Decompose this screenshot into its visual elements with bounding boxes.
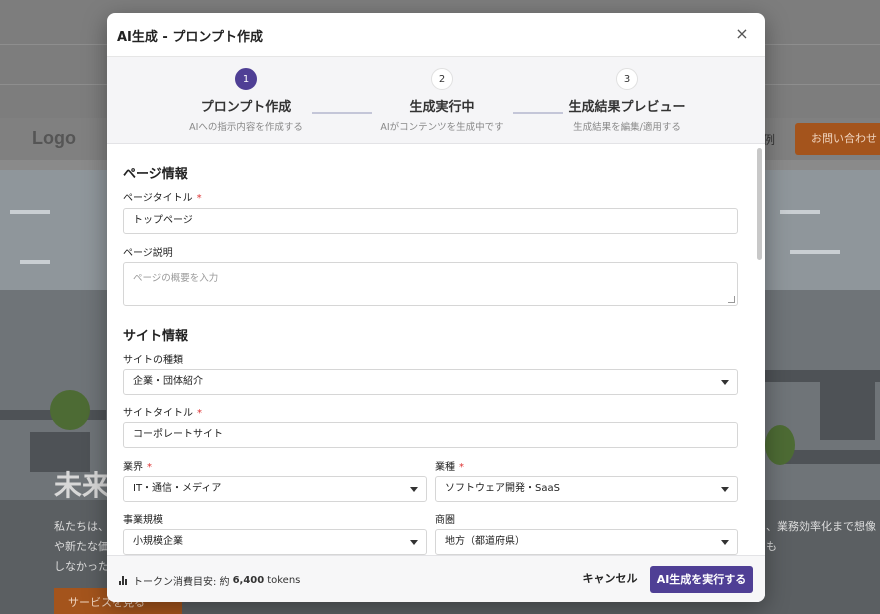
- modal-footer: トークン消費目安: 約 6,400 tokens キャンセル AI生成を実行する: [107, 555, 765, 602]
- site-type-label: サイトの種類: [123, 355, 183, 366]
- run-ai-generation-button[interactable]: AI生成を実行する: [650, 566, 753, 593]
- token-estimate: トークン消費目安: 約 6,400 tokens: [119, 573, 300, 588]
- step-subtitle: AIがコンテンツを生成中です: [380, 122, 504, 133]
- step-label: 生成結果プレビュー: [568, 100, 686, 115]
- required-mark: *: [459, 462, 464, 473]
- site-logo: Logo: [32, 128, 76, 148]
- step-generating: 2 生成実行中 AIがコンテンツを生成中です: [347, 57, 537, 133]
- step-number: 3: [616, 68, 638, 90]
- trade-area-label: 商圏: [435, 515, 455, 526]
- scrollbar[interactable]: [757, 148, 762, 260]
- hero-text-left: 私たちは、や新たな価しなかった: [54, 520, 109, 573]
- step-number: 1: [235, 68, 257, 90]
- industry-label: 業界 *: [123, 462, 152, 473]
- page-desc-textarea[interactable]: ページの概要を入力: [123, 262, 738, 306]
- page-info-title: ページ情報: [123, 167, 188, 182]
- required-mark: *: [196, 193, 202, 204]
- token-prefix: トークン消費目安: 約: [133, 577, 230, 588]
- required-mark: *: [147, 462, 152, 473]
- modal-header: AI生成 - プロンプト作成 ×: [107, 13, 765, 57]
- modal-body[interactable]: ページ情報 ページタイトル * トップページ ページ説明 ページの概要を入力 サイ…: [107, 144, 765, 555]
- step-subtitle: 生成結果を編集/適用する: [573, 122, 681, 133]
- site-title-input[interactable]: コーポレートサイト: [123, 422, 738, 448]
- step-subtitle: AIへの指示内容を作成する: [189, 122, 303, 133]
- step-label: 生成実行中: [409, 100, 475, 115]
- chevron-down-icon: [721, 380, 729, 385]
- site-title-label: サイトタイトル *: [123, 408, 202, 419]
- resize-handle-icon[interactable]: [728, 296, 735, 303]
- page-title-label: ページタイトル *: [123, 193, 202, 204]
- business-type-label: 業種 *: [435, 462, 464, 473]
- chevron-down-icon: [410, 540, 418, 545]
- business-scale-select[interactable]: 小規模企業: [123, 529, 427, 555]
- cancel-button[interactable]: キャンセル: [577, 566, 643, 592]
- chevron-down-icon: [721, 487, 729, 492]
- page-desc-placeholder: ページの概要を入力: [133, 273, 219, 284]
- bar-chart-icon: [119, 576, 128, 585]
- token-unit: tokens: [267, 575, 301, 586]
- token-count: 6,400: [232, 575, 265, 586]
- site-type-select[interactable]: 企業・団体紹介: [123, 369, 738, 395]
- chevron-down-icon: [410, 487, 418, 492]
- site-info-title: サイト情報: [123, 329, 189, 344]
- ai-generation-modal: AI生成 - プロンプト作成 × 1 プロンプト作成 AIへの指示内容を作成する…: [107, 13, 765, 602]
- chevron-down-icon: [721, 540, 729, 545]
- page-title-input[interactable]: トップページ: [123, 208, 738, 234]
- page-desc-label: ページ説明: [123, 248, 173, 259]
- contact-button: お問い合わせ: [795, 123, 880, 155]
- business-type-select[interactable]: ソフトウェア開発・SaaS: [435, 476, 738, 502]
- industry-select[interactable]: IT・通信・メディア: [123, 476, 427, 502]
- step-number: 2: [431, 68, 453, 90]
- trade-area-select[interactable]: 地方（都道府県）: [435, 529, 738, 555]
- stepper: 1 プロンプト作成 AIへの指示内容を作成する 2 生成実行中 AIがコンテンツ…: [107, 57, 765, 144]
- step-prompt: 1 プロンプト作成 AIへの指示内容を作成する: [151, 57, 341, 133]
- modal-title: AI生成 - プロンプト作成: [117, 30, 263, 45]
- hero-title: 未来: [54, 470, 111, 501]
- close-icon[interactable]: ×: [731, 23, 753, 45]
- business-scale-label: 事業規模: [123, 515, 163, 526]
- hero-text-right: 、業務効率化まで想像も: [766, 520, 876, 553]
- step-preview: 3 生成結果プレビュー 生成結果を編集/適用する: [532, 57, 722, 133]
- required-mark: *: [197, 408, 202, 419]
